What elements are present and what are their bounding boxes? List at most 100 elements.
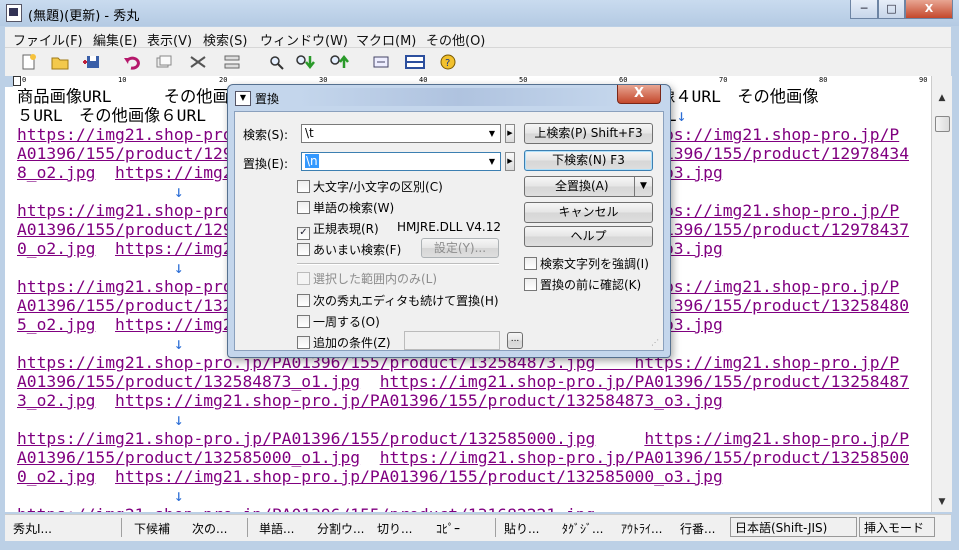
menu-window[interactable]: ウィンドウ(W) [260, 30, 348, 49]
additional-condition-checkbox[interactable]: 追加の条件(Z) [297, 334, 391, 351]
close-button[interactable]: X [905, 0, 953, 19]
scroll-up-button[interactable]: ▲ [934, 90, 950, 106]
dialog-close-button[interactable]: X [617, 85, 661, 104]
newline-mark: ↓ [676, 106, 687, 125]
replace-history-arrow-button[interactable]: ▶ [505, 152, 515, 171]
regex-checkbox[interactable]: ✓ 正規表現(R) [297, 220, 379, 240]
editor-line[interactable]: A01396/155/product/132584873_o1.jpg http… [17, 372, 929, 391]
fuzzy-search-checkbox[interactable]: あいまい検索(F) [297, 241, 401, 258]
case-sensitive-checkbox[interactable]: 大文字/小文字の区別(C) [297, 178, 443, 195]
editor-line[interactable]: A01396/155/product/132585000_o1.jpg http… [17, 448, 929, 467]
vertical-scrollbar[interactable]: ▲ ▼ [931, 76, 952, 512]
url-link[interactable]: https://img21.shop-pro.jp/PA01396/155/pr… [115, 391, 723, 410]
url-link[interactable]: 8_o2.jpg [17, 163, 95, 182]
resize-grip-icon[interactable]: ⋰ [651, 338, 661, 348]
search-down-button[interactable]: 下検索(N) F3 [524, 150, 653, 171]
tag-jump-icon[interactable] [372, 53, 390, 71]
url-link[interactable]: https://img21.shop-pro.jp/PA01396/155/pr… [380, 372, 909, 391]
menu-search[interactable]: 検索(S) [203, 30, 247, 49]
confirm-before-replace-checkbox[interactable]: 置換の前に確認(K) [524, 276, 641, 293]
status-insert-mode[interactable]: 挿入モード [859, 517, 935, 537]
line-text [360, 448, 380, 467]
url-link[interactable]: https://img21.shop-pro.jp/PA01396/155/pr… [380, 448, 909, 467]
editor-line[interactable]: ↓ [17, 486, 929, 505]
line-text [95, 239, 115, 258]
find-next-up-icon[interactable] [329, 53, 349, 71]
additional-condition-input[interactable] [404, 331, 500, 350]
dialog-title: 置換 [255, 92, 280, 106]
ruler-number: 40 [419, 76, 428, 84]
editor-line[interactable]: ↓ [17, 410, 929, 429]
status-encoding[interactable]: 日本語(Shift-JIS) [730, 517, 857, 537]
status-cut[interactable]: 切り... [377, 520, 412, 537]
help-icon[interactable]: ? [439, 53, 457, 71]
url-link[interactable]: https://img21.shop-pro.jp/PA01396/155/pr… [115, 467, 723, 486]
replace-input[interactable]: \n ▼ [301, 152, 501, 171]
status-line-number[interactable]: 行番... [680, 520, 715, 537]
status-paste[interactable]: 貼り... [504, 520, 539, 537]
selection-only-checkbox[interactable]: 選択した範囲内のみ(L) [297, 270, 437, 287]
copy-icon[interactable] [155, 53, 173, 71]
cancel-button[interactable]: キャンセル [524, 202, 653, 223]
find-next-down-icon[interactable] [295, 53, 315, 71]
help-button[interactable]: ヘルプ [524, 226, 653, 247]
continue-next-editor-checkbox[interactable]: 次の秀丸エディタも続けて置換(H) [297, 292, 499, 309]
url-link[interactable]: 5_o2.jpg [17, 315, 95, 334]
url-link[interactable]: A01396/155/product/132585000_o1.jpg [17, 448, 360, 467]
replace-all-dropdown-icon[interactable]: ▼ [634, 177, 652, 196]
url-link[interactable]: 3_o2.jpg [17, 391, 95, 410]
find-icon[interactable] [267, 53, 285, 71]
url-link[interactable]: 0_o2.jpg [17, 239, 95, 258]
scroll-thumb[interactable] [935, 116, 950, 132]
status-outline[interactable]: ｱｳﾄﾗｲ... [621, 520, 662, 537]
wrap-around-checkbox[interactable]: 一周する(O) [297, 313, 380, 330]
app-icon[interactable] [6, 4, 22, 22]
newline-mark: ↓ [17, 334, 184, 353]
replace-all-button[interactable]: 全置換(A) ▼ [524, 176, 653, 197]
minimize-button[interactable]: ─ [850, 0, 878, 19]
editor-line[interactable]: 0_o2.jpg https://img21.shop-pro.jp/PA013… [17, 467, 929, 486]
url-link[interactable]: A01396/155/product/132584873_o1.jpg [17, 372, 360, 391]
status-copy[interactable]: ｺﾋﾟｰ [436, 520, 460, 537]
editor-line[interactable]: https://img21.shop-pro.jp/PA01396/155/pr… [17, 429, 929, 448]
cut-icon[interactable] [189, 53, 207, 71]
search-history-arrow-button[interactable]: ▶ [505, 124, 515, 143]
replace-value: \n [305, 154, 319, 168]
undo-icon[interactable] [123, 53, 141, 71]
word-search-checkbox[interactable]: 単語の検索(W) [297, 199, 394, 216]
settings-button[interactable]: 設定(Y)... [421, 238, 499, 258]
chevron-down-icon[interactable]: ▼ [485, 126, 499, 141]
url-link[interactable]: https://img21.shop-pro.jp/PA01396/155/pr… [17, 429, 595, 448]
status-hidemaru-button[interactable]: 秀丸I... [13, 520, 52, 537]
additional-condition-browse-button[interactable]: ... [507, 332, 523, 349]
url-link[interactable]: https://img21.shop-pro.jp/PA01396/155/pr… [17, 505, 595, 512]
paste-icon[interactable] [223, 53, 241, 71]
maximize-button[interactable]: □ [878, 0, 905, 19]
url-link[interactable]: https://img21.shop-pro.jp/P [644, 429, 909, 448]
chevron-down-icon[interactable]: ▼ [485, 154, 499, 169]
window-split-icon[interactable] [405, 53, 425, 71]
search-up-button[interactable]: 上検索(P) Shift+F3 [524, 123, 653, 144]
editor-line[interactable]: 3_o2.jpg https://img21.shop-pro.jp/PA013… [17, 391, 929, 410]
editor-line[interactable]: https://img21.shop-pro.jp/PA01396/155/pr… [17, 505, 929, 512]
new-file-icon[interactable] [20, 53, 38, 71]
menu-edit[interactable]: 編集(E) [93, 30, 137, 49]
status-word[interactable]: 単語... [259, 520, 294, 537]
newline-mark: ↓ [17, 258, 184, 277]
menu-macro[interactable]: マクロ(M) [356, 30, 416, 49]
menu-view[interactable]: 表示(V) [147, 30, 192, 49]
menu-file[interactable]: ファイル(F) [13, 30, 83, 49]
open-folder-icon[interactable] [51, 53, 69, 71]
line-text [595, 429, 644, 448]
status-split-window[interactable]: 分割ウ... [317, 520, 364, 537]
status-next[interactable]: 次の... [192, 520, 227, 537]
status-tag-jump[interactable]: ﾀｸﾞｼﾞ... [562, 520, 603, 537]
dialog-menu-icon[interactable]: ▼ [235, 91, 251, 106]
menu-other[interactable]: その他(O) [426, 30, 485, 49]
scroll-down-button[interactable]: ▼ [934, 494, 950, 510]
search-input[interactable]: \t ▼ [301, 124, 501, 143]
highlight-search-checkbox[interactable]: 検索文字列を強調(I) [524, 255, 649, 272]
status-next-candidate[interactable]: 下候補 [134, 520, 170, 537]
url-link[interactable]: 0_o2.jpg [17, 467, 95, 486]
save-icon[interactable] [83, 53, 101, 71]
